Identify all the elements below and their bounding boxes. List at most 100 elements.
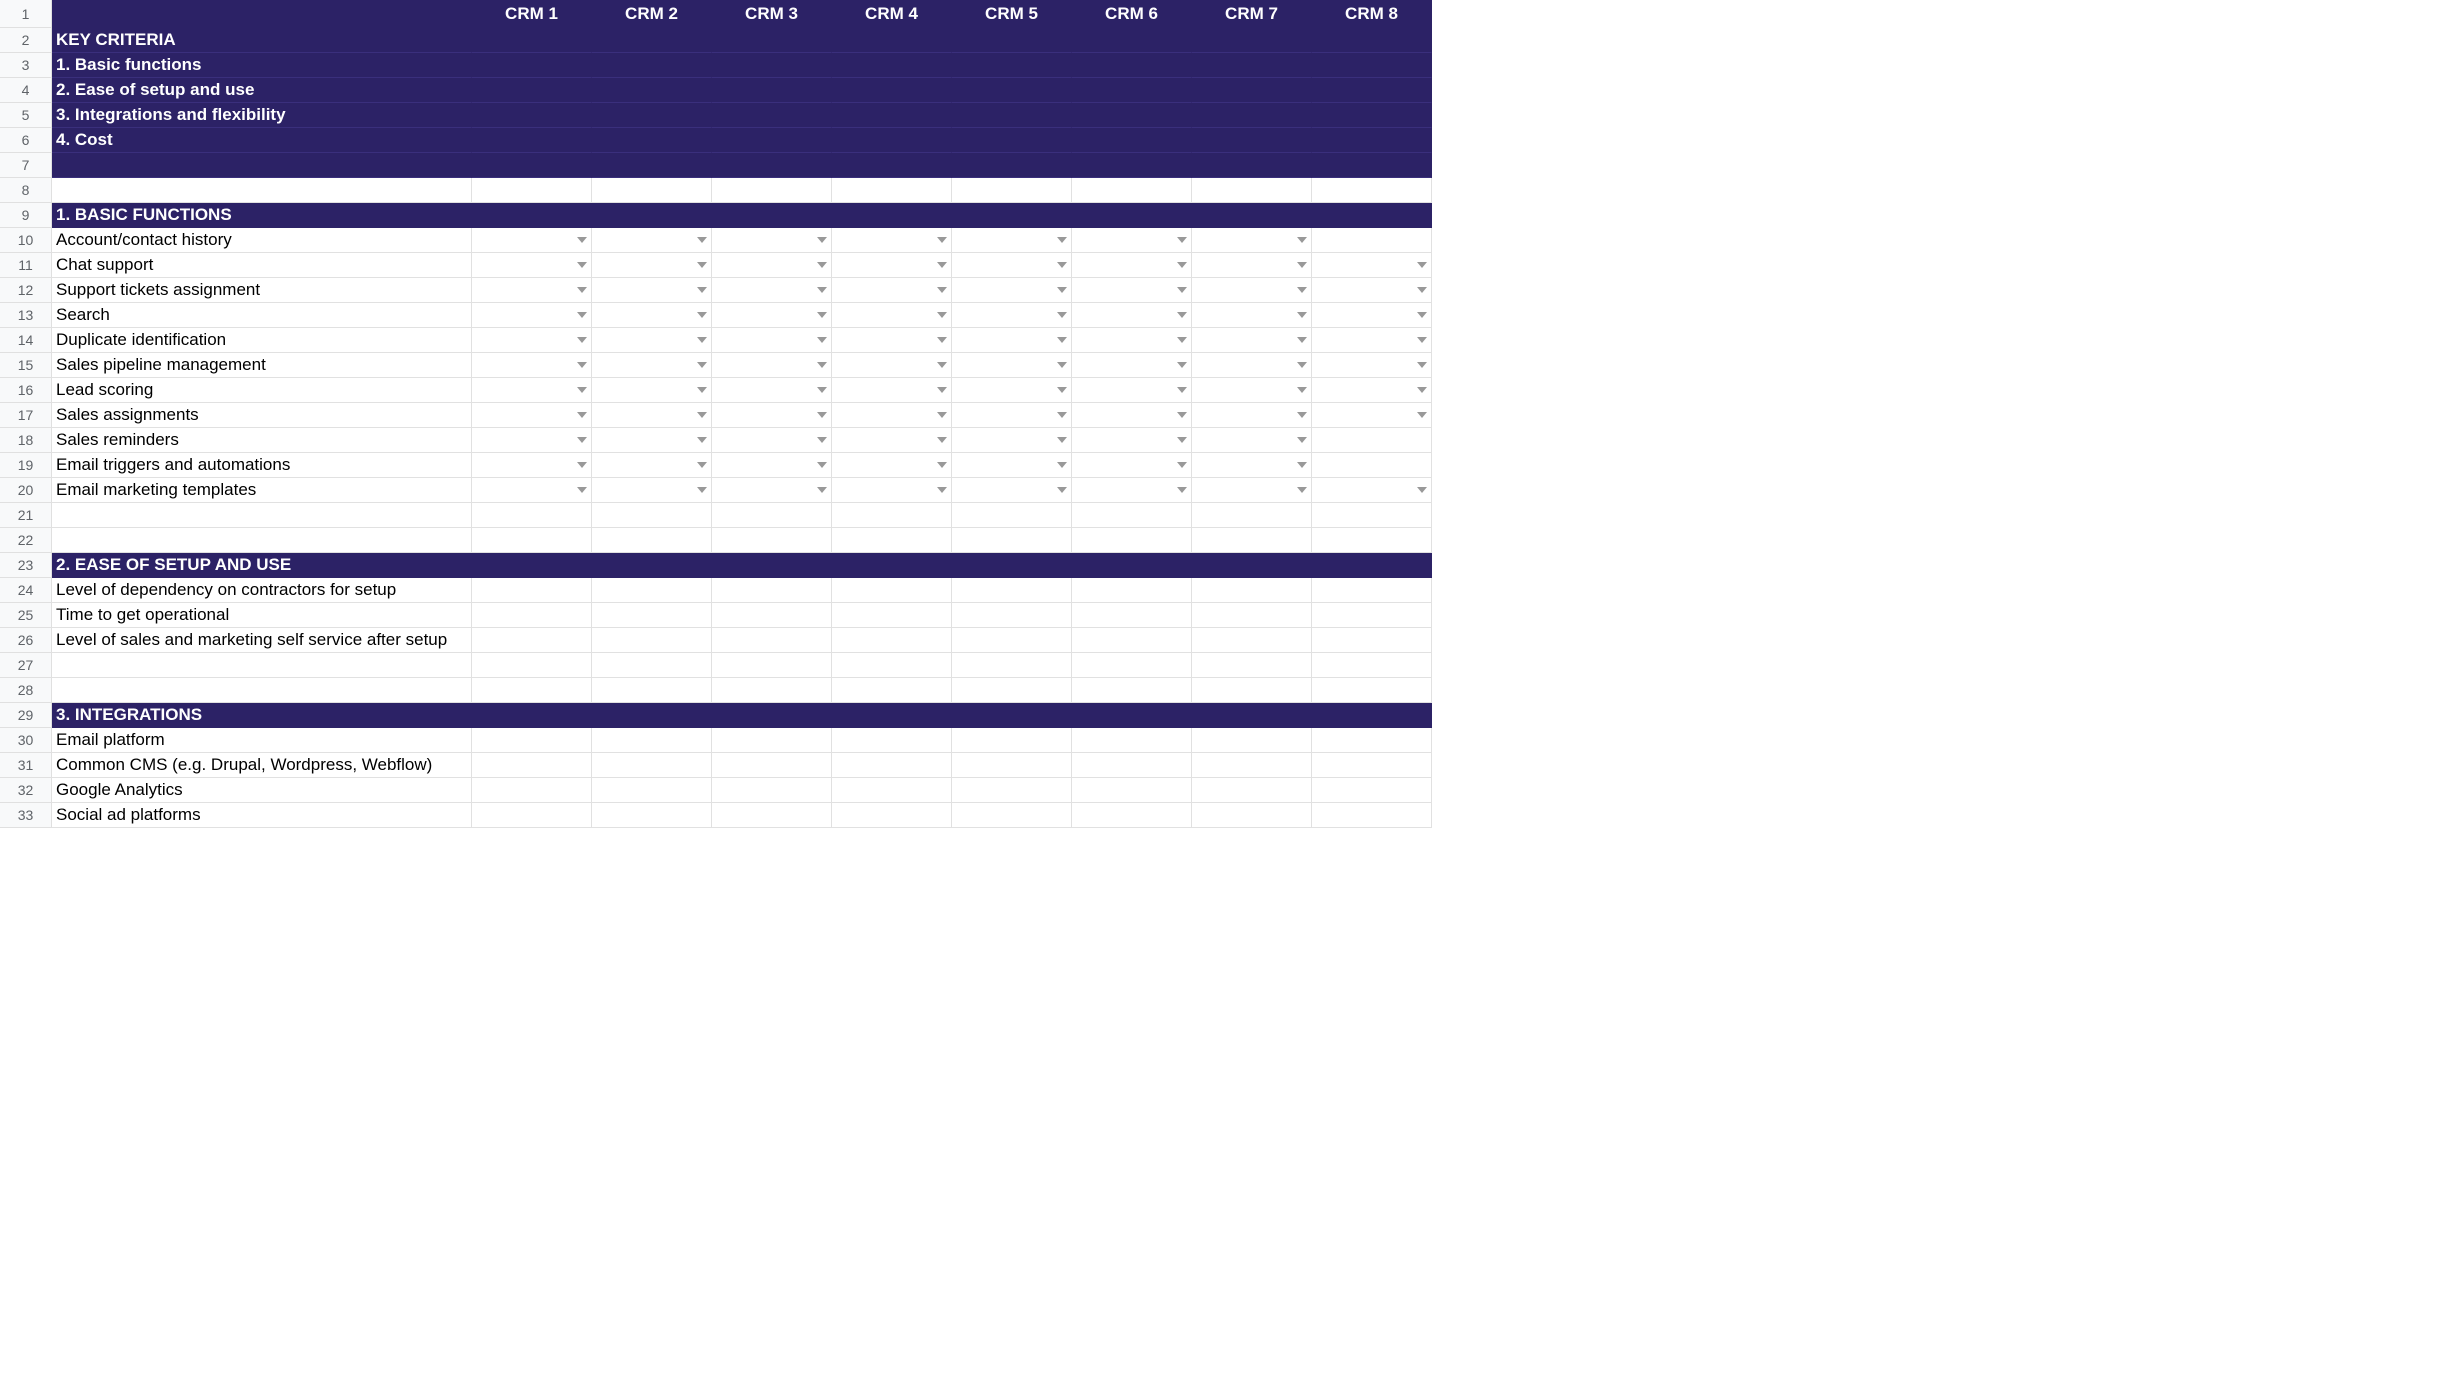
cell[interactable] — [1192, 103, 1312, 128]
cell[interactable] — [52, 178, 472, 203]
data-cell[interactable] — [712, 353, 832, 378]
cell[interactable] — [712, 703, 832, 728]
dropdown-icon[interactable] — [1057, 362, 1067, 368]
cell[interactable] — [592, 503, 712, 528]
criteria-label[interactable]: KEY CRITERIA — [52, 28, 472, 53]
cell[interactable] — [1312, 28, 1432, 53]
cell[interactable] — [832, 128, 952, 153]
criteria-row-label[interactable]: Support tickets assignment — [52, 278, 472, 303]
cell[interactable] — [52, 653, 472, 678]
dropdown-icon[interactable] — [697, 337, 707, 343]
data-cell[interactable] — [952, 303, 1072, 328]
cell[interactable] — [52, 678, 472, 703]
cell[interactable] — [52, 503, 472, 528]
dropdown-icon[interactable] — [1297, 462, 1307, 468]
cell[interactable] — [712, 678, 832, 703]
data-cell[interactable] — [832, 353, 952, 378]
dropdown-icon[interactable] — [1417, 312, 1427, 318]
data-cell[interactable] — [1192, 353, 1312, 378]
dropdown-icon[interactable] — [1177, 262, 1187, 268]
dropdown-icon[interactable] — [1297, 487, 1307, 493]
data-cell[interactable] — [712, 753, 832, 778]
section-header[interactable]: 3. INTEGRATIONS — [52, 703, 472, 728]
dropdown-icon[interactable] — [1417, 487, 1427, 493]
data-cell[interactable] — [1192, 778, 1312, 803]
data-cell[interactable] — [952, 278, 1072, 303]
data-cell[interactable] — [1072, 803, 1192, 828]
data-cell[interactable] — [472, 728, 592, 753]
data-cell[interactable] — [1192, 328, 1312, 353]
dropdown-icon[interactable] — [1297, 387, 1307, 393]
data-cell[interactable] — [712, 478, 832, 503]
dropdown-icon[interactable] — [1177, 462, 1187, 468]
cell[interactable] — [1312, 653, 1432, 678]
row-number[interactable]: 11 — [0, 253, 52, 278]
data-cell[interactable] — [832, 628, 952, 653]
cell[interactable] — [952, 53, 1072, 78]
cell[interactable] — [1192, 203, 1312, 228]
column-header[interactable]: CRM 3 — [712, 0, 832, 28]
dropdown-icon[interactable] — [1297, 312, 1307, 318]
dropdown-icon[interactable] — [577, 337, 587, 343]
data-cell[interactable] — [592, 728, 712, 753]
cell[interactable] — [712, 103, 832, 128]
data-cell[interactable] — [1192, 303, 1312, 328]
dropdown-icon[interactable] — [1417, 287, 1427, 293]
cell[interactable] — [472, 503, 592, 528]
cell[interactable] — [832, 103, 952, 128]
dropdown-icon[interactable] — [937, 412, 947, 418]
cell[interactable] — [1312, 528, 1432, 553]
data-cell[interactable] — [472, 353, 592, 378]
row-number[interactable]: 4 — [0, 78, 52, 103]
data-cell[interactable] — [592, 453, 712, 478]
dropdown-icon[interactable] — [1417, 262, 1427, 268]
data-cell[interactable] — [712, 778, 832, 803]
cell[interactable] — [952, 78, 1072, 103]
criteria-row-label[interactable]: Search — [52, 303, 472, 328]
cell[interactable] — [952, 203, 1072, 228]
cell[interactable] — [832, 653, 952, 678]
data-cell[interactable] — [712, 303, 832, 328]
cell[interactable] — [592, 678, 712, 703]
cell[interactable] — [1072, 553, 1192, 578]
row-number[interactable]: 28 — [0, 678, 52, 703]
data-cell[interactable] — [592, 803, 712, 828]
cell[interactable] — [712, 28, 832, 53]
dropdown-icon[interactable] — [577, 462, 587, 468]
data-cell[interactable] — [592, 353, 712, 378]
data-cell[interactable] — [1072, 278, 1192, 303]
dropdown-icon[interactable] — [817, 412, 827, 418]
data-cell[interactable] — [1192, 453, 1312, 478]
dropdown-icon[interactable] — [1177, 387, 1187, 393]
data-cell[interactable] — [832, 378, 952, 403]
data-cell[interactable] — [1072, 403, 1192, 428]
data-cell[interactable] — [952, 628, 1072, 653]
cell[interactable] — [1072, 128, 1192, 153]
cell[interactable] — [832, 528, 952, 553]
data-cell[interactable] — [472, 478, 592, 503]
data-cell[interactable] — [1192, 753, 1312, 778]
cell[interactable] — [592, 703, 712, 728]
data-cell[interactable] — [1192, 578, 1312, 603]
data-cell[interactable] — [712, 628, 832, 653]
dropdown-icon[interactable] — [1057, 462, 1067, 468]
data-cell[interactable] — [1192, 378, 1312, 403]
dropdown-icon[interactable] — [1057, 262, 1067, 268]
dropdown-icon[interactable] — [1057, 437, 1067, 443]
dropdown-icon[interactable] — [937, 487, 947, 493]
cell[interactable] — [1192, 553, 1312, 578]
data-cell[interactable] — [952, 378, 1072, 403]
dropdown-icon[interactable] — [577, 312, 587, 318]
row-number[interactable]: 32 — [0, 778, 52, 803]
cell[interactable] — [832, 28, 952, 53]
column-header[interactable]: CRM 7 — [1192, 0, 1312, 28]
row-number[interactable]: 26 — [0, 628, 52, 653]
cell[interactable] — [472, 153, 592, 178]
data-cell[interactable] — [1072, 603, 1192, 628]
cell[interactable] — [1312, 103, 1432, 128]
dropdown-icon[interactable] — [817, 262, 827, 268]
dropdown-icon[interactable] — [1297, 412, 1307, 418]
cell[interactable] — [1072, 678, 1192, 703]
data-cell[interactable] — [1312, 278, 1432, 303]
data-cell[interactable] — [1312, 578, 1432, 603]
